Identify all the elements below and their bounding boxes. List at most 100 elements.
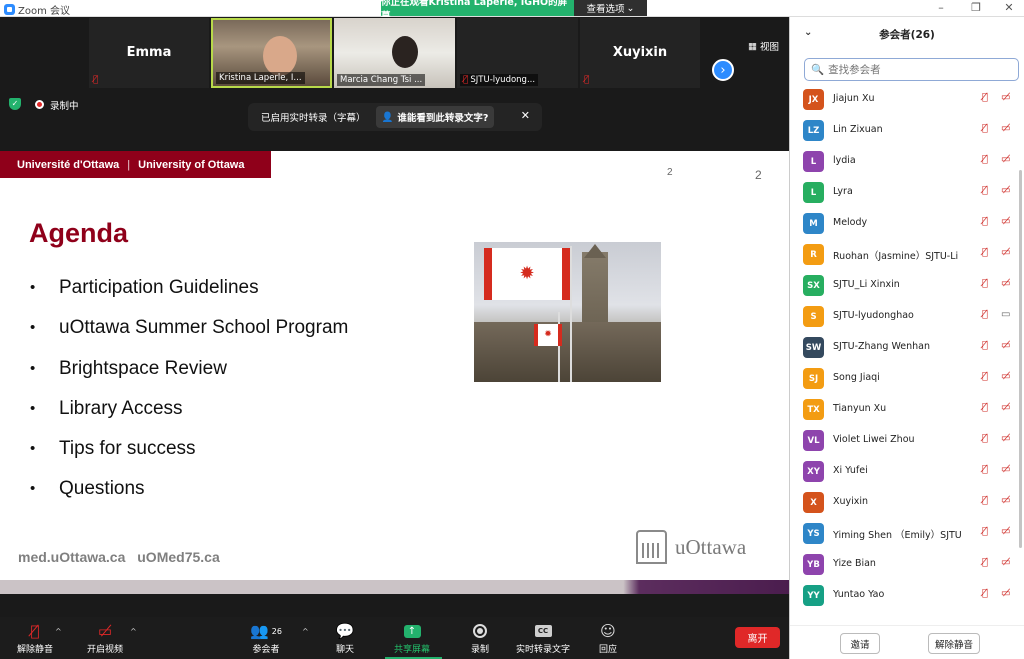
muted-mic-icon[interactable]: 🎙̸ xyxy=(982,123,988,134)
chevron-down-icon[interactable]: ⌄ xyxy=(804,27,812,38)
close-window-button[interactable]: ✕ xyxy=(999,1,1019,14)
video-off-icon[interactable]: ▭̸ xyxy=(1001,433,1010,444)
list-item: • Questions xyxy=(30,478,145,500)
share-banner: 你正在观看Kristina Laperle, IGHO的屏幕 xyxy=(381,0,574,22)
muted-mic-icon[interactable]: 🎙̸ xyxy=(982,216,988,227)
muted-mic-icon[interactable]: 🎙̸ xyxy=(982,433,988,444)
video-tile[interactable]: Marcia Chang Tsi ... xyxy=(334,18,455,88)
video-off-icon[interactable]: ▭̸ xyxy=(1001,402,1010,413)
list-item: • Library Access xyxy=(30,397,183,419)
view-button[interactable]: ▦ 视图 xyxy=(748,39,779,54)
participant-row[interactable]: Llydia 🎙̸ ▭̸ xyxy=(790,146,1024,177)
participant-row[interactable]: X Xuyixin 🎙̸ ▭̸ xyxy=(790,487,1024,518)
start-video-button[interactable]: ▭̸ 开启视频 xyxy=(70,620,140,655)
participant-row[interactable]: VL Violet Liwei Zhou 🎙̸ ▭̸ xyxy=(790,425,1024,456)
video-off-icon[interactable]: ▭̸ xyxy=(1001,154,1010,165)
participant-search[interactable]: 🔍 xyxy=(804,58,1019,81)
participant-row[interactable]: L Lyra 🎙̸ ▭̸ xyxy=(790,177,1024,208)
slide-header-band: Université d'Ottawa | University of Otta… xyxy=(0,151,271,178)
muted-mic-icon[interactable]: 🎙̸ xyxy=(982,278,988,289)
restore-button[interactable]: ❐ xyxy=(966,1,986,14)
muted-mic-icon[interactable]: 🎙̸ xyxy=(982,154,988,165)
participant-name: Lyra xyxy=(833,186,853,197)
video-off-icon[interactable]: ▭̸ xyxy=(1001,526,1010,537)
audio-options-caret[interactable]: ^ xyxy=(55,627,62,636)
participant-name: Ruohan（Jasmine）SJTU-Li xyxy=(833,251,959,262)
muted-mic-icon[interactable]: 🎙̸ xyxy=(982,464,988,475)
participant-name: Melody xyxy=(833,217,868,228)
video-on-icon[interactable]: ▭ xyxy=(1001,309,1010,320)
next-page-button[interactable]: › xyxy=(712,59,734,81)
participant-row[interactable]: S SJTU-lyudonghao 🎙̸ ▭ xyxy=(790,301,1024,332)
participant-row[interactable]: YB Yize Bian 🎙̸ ▭̸ xyxy=(790,549,1024,580)
video-off-icon[interactable]: ▭̸ xyxy=(1001,588,1010,599)
participant-row[interactable]: R Ruohan（Jasmine）SJTU-Li 🎙̸ ▭̸ xyxy=(790,239,1024,270)
shield-icon[interactable]: ✓ xyxy=(9,98,21,110)
unmute-button[interactable]: 🎙̸ 解除静音 xyxy=(0,620,70,655)
video-off-icon[interactable]: ▭̸ xyxy=(1001,278,1010,289)
avatar: R xyxy=(803,244,824,265)
video-off-icon[interactable]: ▭̸ xyxy=(1001,185,1010,196)
unmute-all-button[interactable]: 解除静音 xyxy=(928,633,980,654)
muted-mic-icon[interactable]: 🎙̸ xyxy=(982,185,988,196)
share-screen-button[interactable]: ↑ 共享屏幕 xyxy=(377,620,447,655)
reactions-button[interactable]: ☺ 回应 xyxy=(573,620,643,655)
muted-mic-icon[interactable]: 🎙̸ xyxy=(982,247,988,258)
panel-scrollbar[interactable] xyxy=(1019,170,1022,548)
video-tile[interactable]: Xuyixin 🎙̸ xyxy=(580,18,700,88)
muted-mic-icon[interactable]: 🎙̸ xyxy=(982,309,988,320)
video-off-icon: ▭̸ xyxy=(97,622,113,640)
maple-leaf-icon: ✹ xyxy=(519,263,535,284)
participants-options-caret[interactable]: ^ xyxy=(302,627,309,636)
avatar: X xyxy=(803,492,824,513)
participants-button[interactable]: 👥 26 参会者 xyxy=(231,620,301,655)
avatar: SW xyxy=(803,337,824,358)
record-button[interactable]: 录制 xyxy=(445,620,515,655)
participant-row[interactable]: JX Jiajun Xu 🎙̸ ▭̸ xyxy=(790,84,1024,115)
participant-row[interactable]: XY Xi Yufei 🎙̸ ▭̸ xyxy=(790,456,1024,487)
video-off-icon[interactable]: ▭̸ xyxy=(1001,92,1010,103)
avatar: VL xyxy=(803,430,824,451)
muted-mic-icon[interactable]: 🎙̸ xyxy=(982,588,988,599)
video-off-icon[interactable]: ▭̸ xyxy=(1001,371,1010,382)
participant-row[interactable]: SX SJTU_Li Xinxin 🎙̸ ▭̸ xyxy=(790,270,1024,301)
video-off-icon[interactable]: ▭̸ xyxy=(1001,495,1010,506)
video-tile[interactable]: Emma 🎙̸ xyxy=(89,18,209,88)
participant-row[interactable]: YY Yuntao Yao 🎙̸ ▭̸ xyxy=(790,580,1024,611)
video-off-icon[interactable]: ▭̸ xyxy=(1001,557,1010,568)
minimize-button[interactable]: – xyxy=(931,1,951,14)
participant-name: Tianyun Xu xyxy=(833,403,887,414)
chat-button[interactable]: 💬 聊天 xyxy=(310,620,380,655)
participant-name: SJTU-lyudonghao xyxy=(833,310,914,321)
video-off-icon[interactable]: ▭̸ xyxy=(1001,247,1010,258)
muted-mic-icon[interactable]: 🎙̸ xyxy=(982,92,988,103)
participant-row[interactable]: SW SJTU-Zhang Wenhan 🎙̸ ▭̸ xyxy=(790,332,1024,363)
muted-mic-icon[interactable]: 🎙̸ xyxy=(982,557,988,568)
participant-row[interactable]: TX Tianyun Xu 🎙̸ ▭̸ xyxy=(790,394,1024,425)
view-options-button[interactable]: 查看选项 ⌄ xyxy=(574,0,647,16)
uottawa-logo-text: uOttawa xyxy=(675,534,747,559)
video-off-icon[interactable]: ▭̸ xyxy=(1001,340,1010,351)
video-tile[interactable]: 🎙̸ SJTU-lyudong... xyxy=(457,18,578,88)
participant-row[interactable]: LZ Lin Zixuan 🎙̸ ▭̸ xyxy=(790,115,1024,146)
participant-row[interactable]: M Melody 🎙̸ ▭̸ xyxy=(790,208,1024,239)
video-tile[interactable]: Kristina Laperle, I... xyxy=(211,18,332,88)
muted-mic-icon[interactable]: 🎙̸ xyxy=(982,526,988,537)
leave-button[interactable]: 离开 xyxy=(735,627,780,648)
muted-mic-icon[interactable]: 🎙̸ xyxy=(982,371,988,382)
invite-button[interactable]: 邀请 xyxy=(840,633,880,654)
who-can-see-button[interactable]: 👤 谁能看到此转录文字? xyxy=(375,106,495,128)
video-off-icon[interactable]: ▭̸ xyxy=(1001,216,1010,227)
video-off-icon[interactable]: ▭̸ xyxy=(1001,123,1010,134)
live-transcript-button[interactable]: CC 实时转录文字 xyxy=(508,620,578,655)
view-options-label: 查看选项 xyxy=(586,4,625,15)
participant-row[interactable]: YS Yiming Shen （Emily）SJTU 🎙̸ ▭̸ xyxy=(790,518,1024,549)
muted-mic-icon[interactable]: 🎙̸ xyxy=(982,402,988,413)
search-input[interactable] xyxy=(828,63,1009,76)
close-icon[interactable]: ✕ xyxy=(521,109,530,122)
video-options-caret[interactable]: ^ xyxy=(130,627,137,636)
participant-row[interactable]: SJ Song Jiaqi 🎙̸ ▭̸ xyxy=(790,363,1024,394)
muted-mic-icon[interactable]: 🎙̸ xyxy=(982,495,988,506)
muted-mic-icon[interactable]: 🎙̸ xyxy=(982,340,988,351)
video-off-icon[interactable]: ▭̸ xyxy=(1001,464,1010,475)
